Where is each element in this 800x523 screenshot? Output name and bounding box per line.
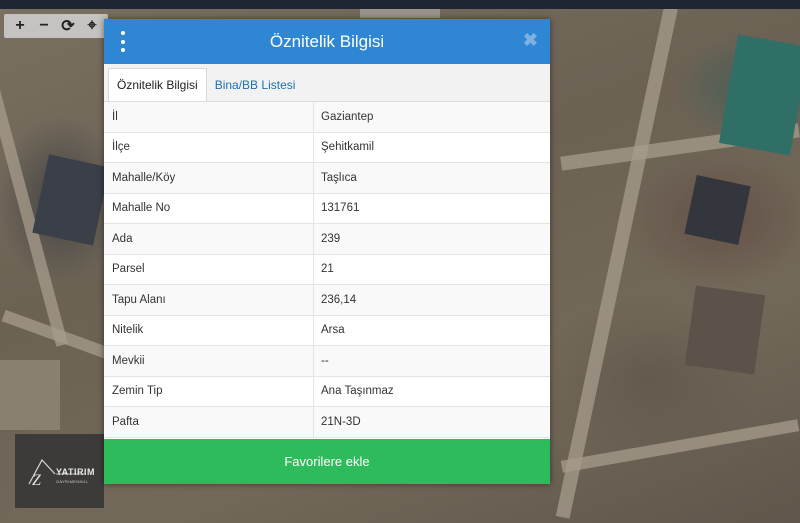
add-favorite-button[interactable]: Favorilere ekle xyxy=(104,439,550,484)
attribute-value: Taşlıca xyxy=(321,171,357,184)
table-row: İl Gaziantep xyxy=(104,102,550,133)
table-row: Pafta 21N-3D xyxy=(104,407,550,438)
tab-bar: Öznitelik Bilgisi Bina/BB Listesi xyxy=(104,64,550,102)
close-icon[interactable]: ✖ xyxy=(523,30,538,51)
attribute-value: 236,14 xyxy=(321,293,357,306)
attribute-value: -- xyxy=(321,354,329,367)
svg-text:Z: Z xyxy=(32,472,42,489)
company-logo: Z YATIRIM GAYRIMENKUL xyxy=(15,434,104,508)
attribute-info-dialog: Öznitelik Bilgisi ✖ Öznitelik Bilgisi Bi… xyxy=(104,19,550,484)
attribute-key: Tapu Alanı xyxy=(104,285,314,315)
attribute-value: 21 xyxy=(321,263,334,276)
map-toolbar: + − ⟳ ⌖ xyxy=(4,14,108,38)
table-row: İlçe Şehitkamil xyxy=(104,132,550,163)
attribute-value: Ana Taşınmaz xyxy=(321,385,394,398)
attribute-key: Ada xyxy=(104,224,314,254)
zoom-out-icon[interactable]: − xyxy=(32,14,56,38)
attribute-key: İl xyxy=(104,102,314,132)
menu-icon[interactable] xyxy=(118,31,128,52)
attribute-table: İl Gaziantep İlçe Şehitkamil Mahalle/Köy Taşl… xyxy=(104,102,550,438)
tab-attribute-info[interactable]: Öznitelik Bilgisi xyxy=(108,68,207,101)
attribute-key: Mevkii xyxy=(104,346,314,376)
attribute-value: 21N-3D xyxy=(321,415,361,428)
attribute-value: 239 xyxy=(321,232,341,245)
attribute-value: Arsa xyxy=(321,324,345,337)
attribute-value: Şehitkamil xyxy=(321,141,375,154)
attribute-key: Nitelik xyxy=(104,315,314,345)
attribute-value: 131761 xyxy=(321,202,360,215)
attribute-key: İlçe xyxy=(104,132,314,162)
table-row: Zemin Tip Ana Taşınmaz xyxy=(104,376,550,407)
crosshair-icon[interactable]: ⌖ xyxy=(80,14,104,38)
attribute-key: Pafta xyxy=(104,407,314,437)
attribute-value: Gaziantep xyxy=(321,110,374,123)
zoom-in-icon[interactable]: + xyxy=(8,14,32,38)
attribute-key: Parsel xyxy=(104,254,314,284)
table-row: Parsel 21 xyxy=(104,254,550,285)
dialog-header: Öznitelik Bilgisi ✖ xyxy=(104,19,550,64)
table-row: Tapu Alanı 236,14 xyxy=(104,285,550,316)
logo-text: YATIRIM xyxy=(56,467,96,477)
table-row: Mevkii -- xyxy=(104,346,550,377)
table-row: Nitelik Arsa xyxy=(104,315,550,346)
attribute-key: Mahalle No xyxy=(104,193,314,223)
dialog-title: Öznitelik Bilgisi xyxy=(269,31,385,51)
attribute-key: Zemin Tip xyxy=(104,376,314,406)
refresh-icon[interactable]: ⟳ xyxy=(56,14,80,38)
table-row: Mahalle No 131761 xyxy=(104,193,550,224)
table-row: Ada 239 xyxy=(104,224,550,255)
table-row: Mahalle/Köy Taşlıca xyxy=(104,163,550,194)
logo-subtext: GAYRIMENKUL xyxy=(56,479,89,484)
attribute-key: Mahalle/Köy xyxy=(104,163,314,193)
tab-building-list[interactable]: Bina/BB Listesi xyxy=(207,68,304,101)
top-bar xyxy=(0,0,800,9)
